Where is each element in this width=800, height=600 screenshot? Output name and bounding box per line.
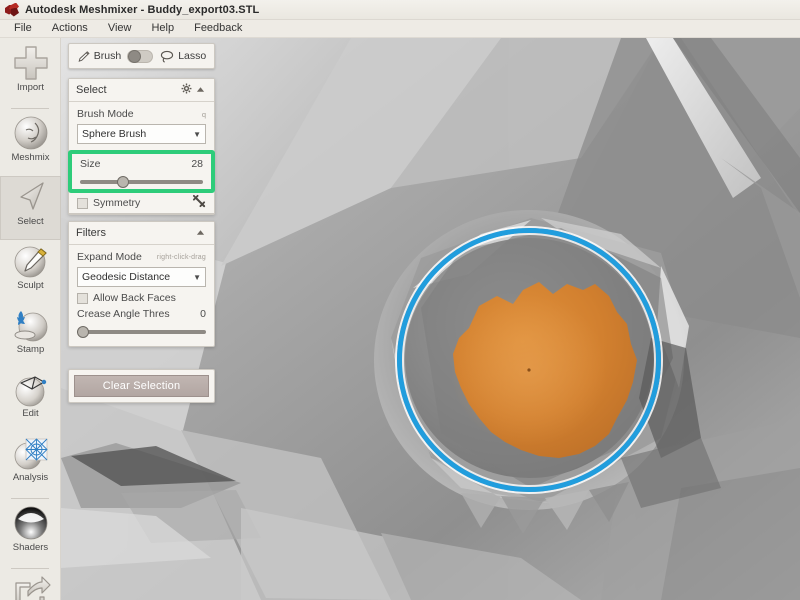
chevron-down-icon: ▼ [193,272,201,282]
sidebar-item-stamp[interactable]: Stamp [0,304,61,368]
sidebar-item-export[interactable]: Export [0,572,61,600]
lasso-icon [161,50,174,63]
size-slider[interactable] [80,176,203,188]
sidebar-item-meshmix[interactable]: Meshmix [0,112,61,176]
brush-mode-value: Sphere Brush [82,128,147,140]
sidebar-item-sculpt[interactable]: Sculpt [0,240,61,304]
sidebar-label-meshmix: Meshmix [11,152,50,163]
edit-mesh-icon [8,368,54,410]
sidebar-label-stamp: Stamp [16,344,45,355]
sidebar-item-shaders[interactable]: Shaders [0,502,61,566]
allow-back-faces-checkbox[interactable] [77,292,88,304]
expand-mode-value: Geodesic Distance [82,271,171,283]
brush-mode-dropdown[interactable]: Sphere Brush ▼ [77,124,206,144]
toggle-knob [128,50,142,63]
chevron-up-icon[interactable] [193,85,207,96]
sidebar-item-import[interactable]: Import [0,42,61,106]
chevron-down-icon: ▼ [193,129,201,139]
brush-lasso-toolbar: Brush Lasso [68,43,215,69]
brush-mode-row: Brush Mode q [77,108,206,120]
brush-mode-hotkey: q [201,109,206,119]
allow-back-faces-label: Allow Back Faces [93,292,176,304]
sidebar-label-import: Import [17,82,44,93]
meshmixer-logo-icon [5,2,19,17]
brush-label: Brush [93,50,122,62]
brush-mode-label: Brush Mode [77,108,134,120]
select-panel-header: Select [69,79,214,102]
sidebar-label-shaders: Shaders [12,542,49,553]
size-slider-highlight: Size 28 [68,150,215,193]
symmetry-label: Symmetry [93,197,141,209]
chevron-up-icon[interactable] [193,228,207,239]
analysis-grid-icon [8,432,54,474]
sidebar-item-select[interactable]: Select [0,176,61,240]
lasso-mode-button[interactable]: Lasso [160,50,206,63]
menu-bar: File Actions View Help Feedback [0,20,800,38]
brush-sphere-icon [8,240,54,282]
sphere-face-icon [8,112,54,154]
crease-angle-slider[interactable] [77,326,206,338]
wrench-icon[interactable] [192,194,206,213]
crease-angle-row: Crease Angle Thres 0 [77,308,206,320]
clear-selection-button[interactable]: Clear Selection [74,375,209,397]
meshmixer-window: Autodesk Meshmixer - Buddy_export03.STL … [0,0,800,600]
crease-angle-label: Crease Angle Thres [77,308,170,320]
sidebar-item-edit[interactable]: Edit [0,368,61,432]
symmetry-row: Symmetry [68,193,215,214]
title-bar: Autodesk Meshmixer - Buddy_export03.STL [0,0,800,20]
lasso-label: Lasso [178,50,207,62]
toolbar-divider [11,498,49,499]
symmetry-checkbox[interactable] [77,197,88,209]
menu-file[interactable]: File [5,21,41,36]
brush-lasso-toggle[interactable] [127,49,154,63]
expand-mode-dropdown[interactable]: Geodesic Distance ▼ [77,267,206,287]
shader-sphere-icon [8,502,54,544]
stamp-icon [8,304,54,346]
filters-panel-body: Expand Mode right-click-drag Geodesic Di… [69,245,214,346]
allow-back-faces-row: Allow Back Faces [77,292,206,304]
expand-mode-row: Expand Mode right-click-drag [77,251,206,263]
toolbar-divider [11,108,49,109]
clear-selection-panel: Clear Selection [68,369,215,403]
select-panel-title: Select [76,84,107,96]
paint-brush-icon [78,50,90,62]
sidebar-label-edit: Edit [22,408,39,419]
export-arrow-icon [8,572,54,600]
filters-panel-header: Filters [69,222,214,245]
crease-angle-slider-track [77,330,206,334]
sidebar-label-analysis: Analysis [12,472,49,483]
sidebar-label-select: Select [17,216,44,227]
gear-icon[interactable] [179,83,193,97]
sidebar-item-analysis[interactable]: Analysis [0,432,61,496]
menu-feedback[interactable]: Feedback [185,21,251,36]
crease-angle-value: 0 [200,308,206,320]
menu-view[interactable]: View [99,21,141,36]
crease-angle-slider-knob[interactable] [77,326,89,338]
size-row: Size 28 [80,158,203,170]
filters-panel-title: Filters [76,227,106,239]
toolbar-divider [11,568,49,569]
window-title: Autodesk Meshmixer - Buddy_export03.STL [25,3,260,16]
arrow-cursor-icon [8,176,54,218]
menu-help[interactable]: Help [142,21,183,36]
size-label: Size [80,158,101,170]
sidebar-label-sculpt: Sculpt [17,280,44,291]
size-slider-knob[interactable] [116,176,129,188]
size-value: 28 [191,158,203,170]
size-slider-track [80,180,203,184]
brush-mode-button[interactable]: Brush [77,50,121,63]
plus-icon [8,42,54,84]
filters-panel: Filters Expand Mode right-click-drag Geo… [68,221,215,347]
left-toolbar: Import Meshmix Select Sculpt Stamp Edit … [0,38,61,600]
menu-actions[interactable]: Actions [43,21,97,36]
expand-mode-label: Expand Mode [77,251,142,263]
expand-mode-hint: right-click-drag [156,253,206,261]
